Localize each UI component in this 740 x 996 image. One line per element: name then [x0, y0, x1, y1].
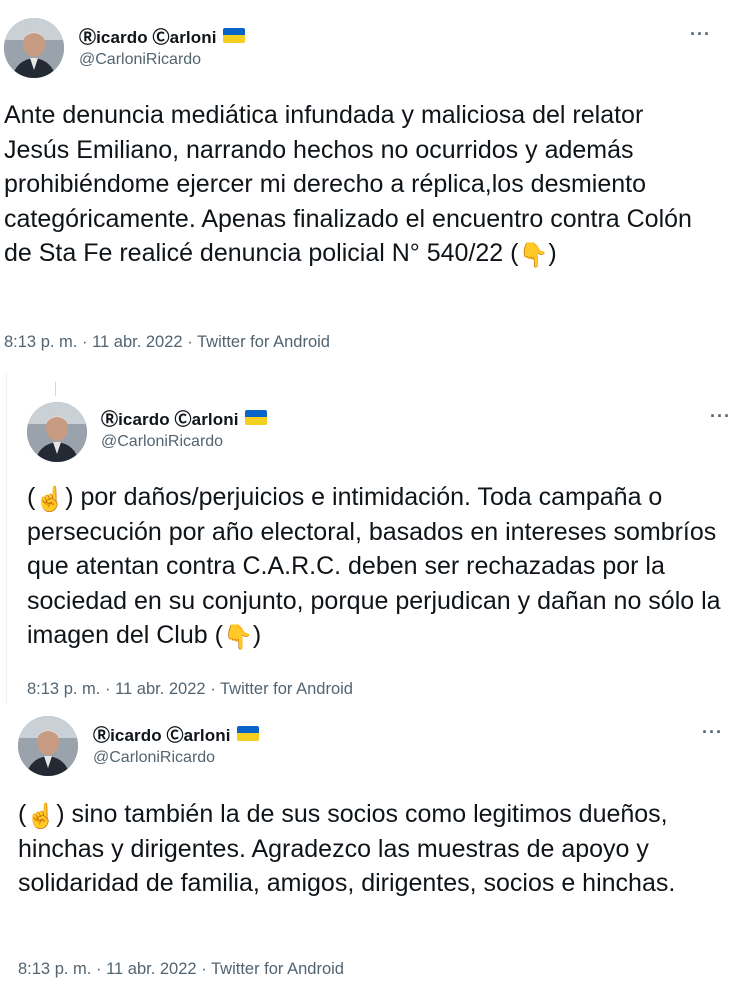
user-handle[interactable]: @CarloniRicardo	[93, 749, 215, 767]
avatar[interactable]	[18, 716, 78, 776]
tweet-source[interactable]: Twitter for Android	[220, 680, 353, 698]
tweet-text: (☝️) por daños/perjuicios e intimidación…	[27, 480, 727, 653]
pointing-up-icon: ☝️	[26, 803, 57, 830]
tweet-text-part: )	[252, 621, 262, 649]
tweet-metadata: 8:13 p. m. · 11 abr. 2022 · Twitter for …	[18, 960, 344, 979]
tweet-source[interactable]: Twitter for Android	[211, 960, 344, 978]
more-options-icon[interactable]: ···	[702, 722, 723, 743]
tweet-metadata: 8:13 p. m. · 11 abr. 2022 · Twitter for …	[27, 680, 353, 699]
separator: ·	[187, 333, 193, 351]
tweet-date[interactable]: 11 abr. 2022	[92, 333, 183, 351]
separator: ·	[81, 333, 88, 351]
avatar-photo-icon	[27, 402, 87, 462]
ukraine-flag-icon	[244, 409, 267, 425]
pointing-down-icon: 👇	[518, 242, 549, 269]
ukraine-flag-icon	[236, 725, 259, 741]
more-options-icon[interactable]: ···	[710, 406, 731, 427]
tweet-1[interactable]: Ⓡicardo Ⓒarloni @CarloniRicardo ··· Ante…	[0, 0, 734, 372]
tweet-time[interactable]: 8:13 p. m.	[4, 333, 77, 351]
avatar-photo-icon	[18, 716, 78, 776]
tweet-text-part: (	[18, 800, 27, 828]
more-options-icon[interactable]: ···	[690, 24, 711, 45]
display-name[interactable]: Ⓡicardo Ⓒarloni	[93, 721, 231, 746]
pointing-up-icon: ☝️	[35, 486, 66, 513]
tweet-text-part: )	[548, 239, 557, 267]
thread-connector	[55, 382, 56, 396]
display-name[interactable]: Ⓡicardo Ⓒarloni	[79, 23, 217, 48]
tweet-text-part: Ante denuncia mediática infundada y mali…	[4, 101, 692, 267]
separator: ·	[210, 680, 216, 698]
tweet-source[interactable]: Twitter for Android	[197, 333, 330, 351]
separator: ·	[201, 960, 207, 978]
tweet-date[interactable]: 11 abr. 2022	[115, 680, 206, 698]
tweet-3[interactable]: Ⓡicardo Ⓒarloni @CarloniRicardo ··· (☝️)…	[0, 704, 740, 996]
tweet-metadata: 8:13 p. m. · 11 abr. 2022 · Twitter for …	[4, 333, 330, 352]
separator: ·	[95, 960, 102, 978]
tweet-text: Ante denuncia mediática infundada y mali…	[4, 98, 694, 271]
tweet-2[interactable]: Ⓡicardo Ⓒarloni @CarloniRicardo ··· (☝️)…	[6, 374, 740, 704]
tweet-text: (☝️) sino también la de sus socios como …	[18, 797, 718, 901]
tweet-text-part: ) por daños/perjuicios e intimidación. T…	[27, 483, 721, 649]
tweet-time[interactable]: 8:13 p. m.	[27, 680, 100, 698]
display-name[interactable]: Ⓡicardo Ⓒarloni	[101, 405, 239, 430]
ukraine-flag-icon	[222, 27, 245, 43]
tweet-date[interactable]: 11 abr. 2022	[106, 960, 197, 978]
avatar[interactable]	[27, 402, 87, 462]
user-handle[interactable]: @CarloniRicardo	[79, 51, 201, 69]
avatar-photo-icon	[4, 18, 64, 78]
pointing-down-icon: 👇	[222, 624, 253, 651]
avatar[interactable]	[4, 18, 64, 78]
tweet-text-part: ) sino también la de sus socios como leg…	[18, 800, 676, 897]
user-handle[interactable]: @CarloniRicardo	[101, 433, 223, 451]
separator: ·	[104, 680, 111, 698]
tweet-time[interactable]: 8:13 p. m.	[18, 960, 91, 978]
tweet-text-part: (	[27, 483, 36, 511]
